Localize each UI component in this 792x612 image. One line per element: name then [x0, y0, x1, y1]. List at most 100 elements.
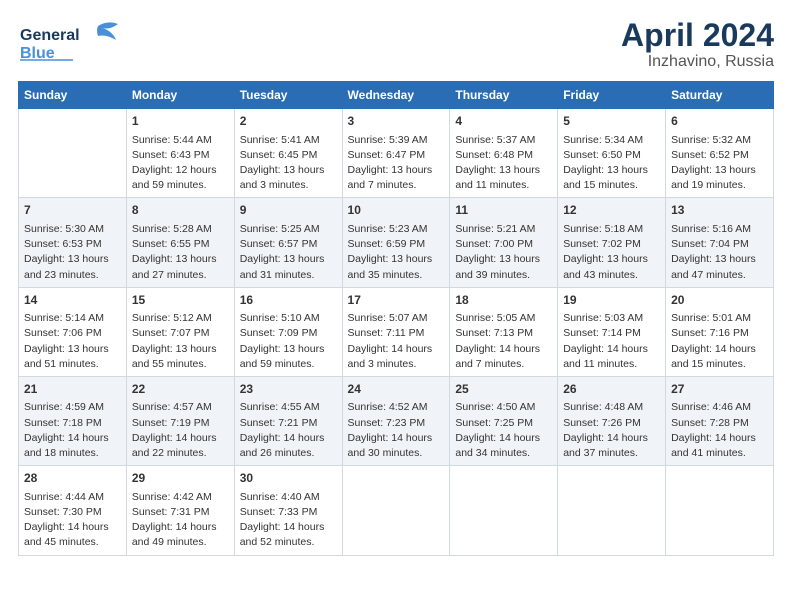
cell-text: Sunrise: 5:21 AM: [455, 222, 552, 237]
cell-text: Sunset: 7:02 PM: [563, 237, 660, 252]
cell-text: Sunset: 7:31 PM: [132, 505, 229, 520]
cell-text: Sunrise: 4:50 AM: [455, 400, 552, 415]
day-number: 10: [348, 202, 445, 219]
cell-3-7: 20Sunrise: 5:01 AMSunset: 7:16 PMDayligh…: [666, 287, 774, 376]
day-number: 15: [132, 292, 229, 309]
cell-5-7: [666, 466, 774, 555]
col-sunday: Sunday: [19, 82, 127, 109]
cell-text: Sunrise: 5:16 AM: [671, 222, 768, 237]
cell-text: Sunrise: 5:25 AM: [240, 222, 337, 237]
calendar-table: Sunday Monday Tuesday Wednesday Thursday…: [18, 81, 774, 555]
cell-text: Daylight: 13 hours: [563, 252, 660, 267]
cell-text: Daylight: 14 hours: [563, 342, 660, 357]
cell-text: Sunset: 6:57 PM: [240, 237, 337, 252]
cell-text: and 47 minutes.: [671, 268, 768, 283]
cell-text: Daylight: 13 hours: [348, 252, 445, 267]
cell-5-5: [450, 466, 558, 555]
cell-text: and 3 minutes.: [348, 357, 445, 372]
week-row-3: 14Sunrise: 5:14 AMSunset: 7:06 PMDayligh…: [19, 287, 774, 376]
day-number: 21: [24, 381, 121, 398]
cell-text: and 19 minutes.: [671, 178, 768, 193]
cell-text: Daylight: 14 hours: [348, 342, 445, 357]
calendar-subtitle: Inzhavino, Russia: [621, 53, 774, 71]
cell-text: Sunset: 7:18 PM: [24, 416, 121, 431]
cell-text: and 35 minutes.: [348, 268, 445, 283]
cell-1-4: 3Sunrise: 5:39 AMSunset: 6:47 PMDaylight…: [342, 109, 450, 198]
cell-2-2: 8Sunrise: 5:28 AMSunset: 6:55 PMDaylight…: [126, 198, 234, 287]
cell-text: and 7 minutes.: [455, 357, 552, 372]
day-number: 1: [132, 113, 229, 130]
day-number: 25: [455, 381, 552, 398]
cell-text: Daylight: 13 hours: [240, 163, 337, 178]
cell-3-6: 19Sunrise: 5:03 AMSunset: 7:14 PMDayligh…: [558, 287, 666, 376]
cell-3-5: 18Sunrise: 5:05 AMSunset: 7:13 PMDayligh…: [450, 287, 558, 376]
week-row-2: 7Sunrise: 5:30 AMSunset: 6:53 PMDaylight…: [19, 198, 774, 287]
cell-1-5: 4Sunrise: 5:37 AMSunset: 6:48 PMDaylight…: [450, 109, 558, 198]
cell-text: and 30 minutes.: [348, 446, 445, 461]
cell-text: Daylight: 14 hours: [563, 431, 660, 446]
calendar-body: 1Sunrise: 5:44 AMSunset: 6:43 PMDaylight…: [19, 109, 774, 555]
cell-text: Daylight: 13 hours: [671, 252, 768, 267]
cell-text: Daylight: 13 hours: [240, 342, 337, 357]
cell-3-2: 15Sunrise: 5:12 AMSunset: 7:07 PMDayligh…: [126, 287, 234, 376]
cell-text: Daylight: 14 hours: [348, 431, 445, 446]
day-number: 14: [24, 292, 121, 309]
cell-2-1: 7Sunrise: 5:30 AMSunset: 6:53 PMDaylight…: [19, 198, 127, 287]
cell-text: Sunrise: 5:07 AM: [348, 311, 445, 326]
cell-text: Sunrise: 5:05 AM: [455, 311, 552, 326]
cell-text: Sunrise: 5:41 AM: [240, 133, 337, 148]
cell-text: and 41 minutes.: [671, 446, 768, 461]
day-number: 27: [671, 381, 768, 398]
cell-text: and 31 minutes.: [240, 268, 337, 283]
cell-text: Sunrise: 5:44 AM: [132, 133, 229, 148]
col-monday: Monday: [126, 82, 234, 109]
cell-text: and 11 minutes.: [563, 357, 660, 372]
cell-text: and 43 minutes.: [563, 268, 660, 283]
cell-5-6: [558, 466, 666, 555]
cell-text: Daylight: 14 hours: [455, 342, 552, 357]
cell-text: Daylight: 14 hours: [132, 520, 229, 535]
cell-text: Sunrise: 5:30 AM: [24, 222, 121, 237]
day-number: 30: [240, 470, 337, 487]
week-row-1: 1Sunrise: 5:44 AMSunset: 6:43 PMDaylight…: [19, 109, 774, 198]
cell-text: Sunrise: 4:55 AM: [240, 400, 337, 415]
cell-text: Daylight: 13 hours: [348, 163, 445, 178]
cell-1-6: 5Sunrise: 5:34 AMSunset: 6:50 PMDaylight…: [558, 109, 666, 198]
cell-text: Sunrise: 4:42 AM: [132, 490, 229, 505]
cell-3-1: 14Sunrise: 5:14 AMSunset: 7:06 PMDayligh…: [19, 287, 127, 376]
cell-text: and 27 minutes.: [132, 268, 229, 283]
cell-text: and 22 minutes.: [132, 446, 229, 461]
cell-5-2: 29 Sunrise: 4:42 AMSunset: 7:31 PMDayligh…: [126, 466, 234, 555]
day-number: 29: [132, 470, 229, 487]
cell-text: Sunset: 7:30 PM: [24, 505, 121, 520]
cell-text: Daylight: 14 hours: [671, 431, 768, 446]
cell-1-1: [19, 109, 127, 198]
cell-1-7: 6Sunrise: 5:32 AMSunset: 6:52 PMDaylight…: [666, 109, 774, 198]
col-tuesday: Tuesday: [234, 82, 342, 109]
day-number: 5: [563, 113, 660, 130]
cell-text: Sunset: 7:26 PM: [563, 416, 660, 431]
day-number: 20: [671, 292, 768, 309]
cell-text: Sunrise: 5:32 AM: [671, 133, 768, 148]
cell-text: Sunset: 7:23 PM: [348, 416, 445, 431]
logo-svg: General Blue: [18, 18, 128, 66]
svg-text:General: General: [20, 27, 80, 44]
cell-text: Daylight: 13 hours: [24, 252, 121, 267]
day-number: 23: [240, 381, 337, 398]
cell-text: Sunset: 6:50 PM: [563, 148, 660, 163]
header: General Blue April 2024 Inzhavino, Russi…: [18, 18, 774, 71]
cell-text: Sunset: 7:04 PM: [671, 237, 768, 252]
day-number: 16: [240, 292, 337, 309]
cell-text: and 55 minutes.: [132, 357, 229, 372]
cell-text: Sunrise: 5:18 AM: [563, 222, 660, 237]
day-number: 6: [671, 113, 768, 130]
cell-1-3: 2Sunrise: 5:41 AMSunset: 6:45 PMDaylight…: [234, 109, 342, 198]
logo: General Blue: [18, 18, 128, 66]
cell-4-3: 23Sunrise: 4:55 AMSunset: 7:21 PMDayligh…: [234, 376, 342, 465]
cell-text: Sunrise: 5:03 AM: [563, 311, 660, 326]
cell-text: Daylight: 13 hours: [132, 252, 229, 267]
cell-text: Sunrise: 5:34 AM: [563, 133, 660, 148]
cell-5-1: 28Sunrise: 4:44 AMSunset: 7:30 PMDayligh…: [19, 466, 127, 555]
cell-text: and 26 minutes.: [240, 446, 337, 461]
day-number: 26: [563, 381, 660, 398]
